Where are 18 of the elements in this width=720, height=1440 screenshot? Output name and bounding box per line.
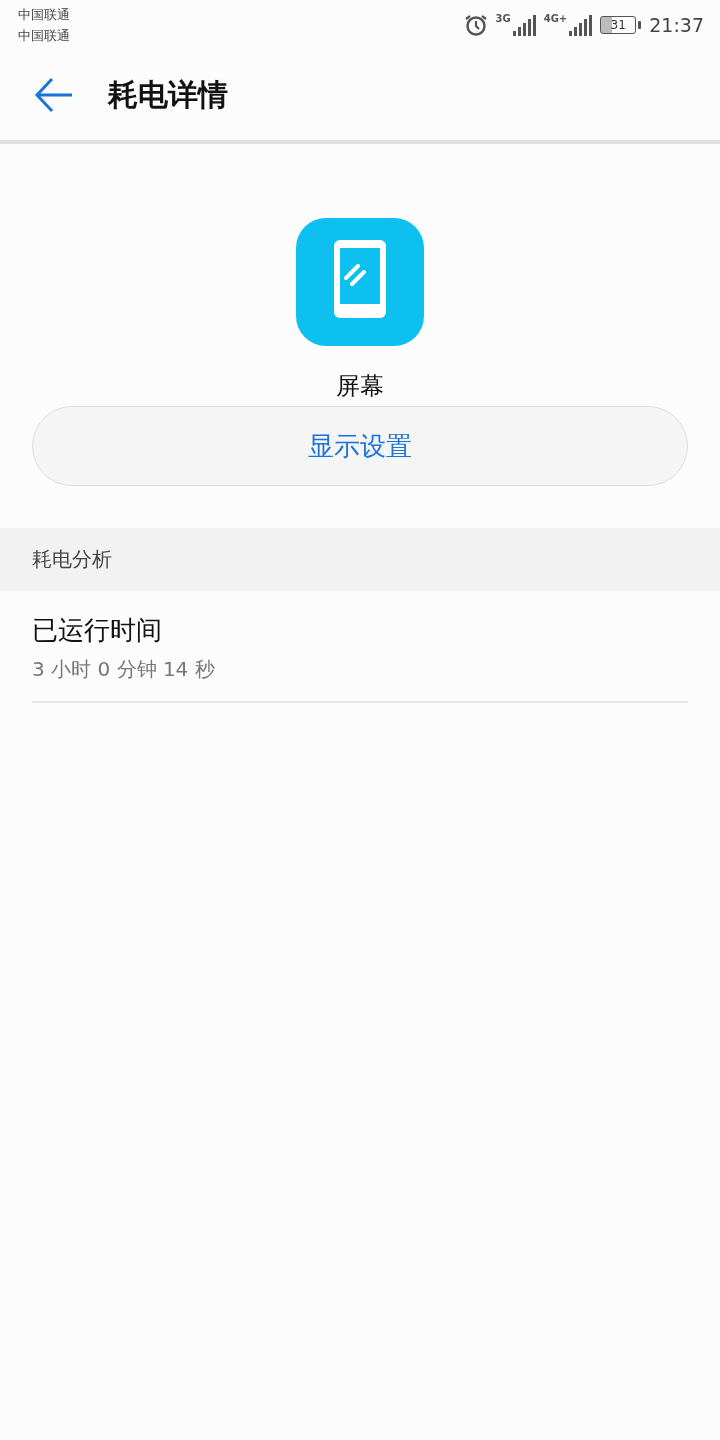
item-title: 已运行时间 xyxy=(32,614,163,647)
network-type: 4G+ xyxy=(543,13,568,24)
section-title: 耗电分析 xyxy=(32,546,112,573)
network-type: 3G xyxy=(495,13,511,24)
carrier-name: 中国联通 xyxy=(18,6,70,24)
alarm-icon xyxy=(463,13,488,37)
clock-time: 21:37 xyxy=(649,14,704,36)
signal-icon xyxy=(568,13,593,37)
display-settings-button[interactable]: 显示设置 xyxy=(32,406,688,486)
page-title: 耗电详情 xyxy=(108,75,228,114)
back-button[interactable] xyxy=(34,77,74,113)
signal-icon xyxy=(511,13,536,37)
back-arrow-icon xyxy=(34,77,74,113)
carrier-name: 中国联通 xyxy=(18,27,70,45)
battery-icon: 31 xyxy=(600,16,637,34)
item-subtitle: 3 小时 0 分钟 14 秒 xyxy=(32,656,216,683)
app-name: 屏幕 xyxy=(336,371,384,402)
screen-app-icon xyxy=(296,218,424,346)
